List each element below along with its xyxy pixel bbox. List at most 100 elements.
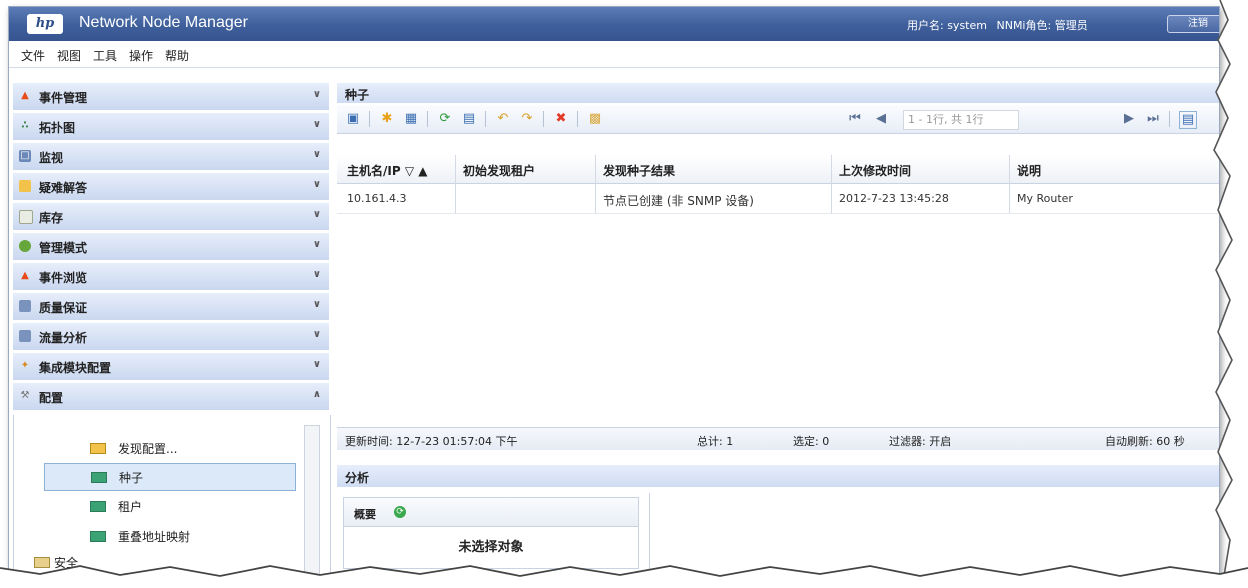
menu-view[interactable]: 视图: [57, 47, 81, 64]
workspace-incident-browsing[interactable]: ▲ 事件浏览 ∨: [13, 263, 329, 291]
filter-icon[interactable]: ▽: [401, 164, 414, 178]
column-header-note[interactable]: 说明: [1017, 162, 1041, 179]
menu-file[interactable]: 文件: [21, 47, 45, 64]
last-page-icon[interactable]: ⏭: [1145, 111, 1161, 127]
folder-icon: [90, 443, 106, 454]
save-icon[interactable]: ▦: [403, 111, 419, 127]
integration-icon: ✦: [20, 360, 30, 371]
torn-edge-bottom: [0, 565, 1248, 588]
workspace-navigation: ▲ 事件管理 ∨ ∴ 拓扑图 ∨ □ 监视 ∨ 疑难解答 ∨ 库存 ∨ 管理模式…: [13, 83, 331, 583]
wrench-icon: ⚒: [20, 390, 30, 401]
analysis-summary: 概要 ⟳ 未选择对象: [343, 497, 639, 569]
summary-header: 概要 ⟳: [344, 498, 638, 527]
user-info: 用户名: system NNMi角色: 管理员: [907, 17, 1094, 33]
pager-field[interactable]: 1 - 1行, 共 1行: [903, 110, 1019, 130]
undo-icon[interactable]: ↶: [495, 111, 511, 127]
redo-icon[interactable]: ↷: [519, 111, 535, 127]
status-total: 总计: 1: [697, 435, 734, 448]
workspace-traffic-analysis[interactable]: 流量分析 ∨: [13, 323, 329, 351]
tree-item-seeds[interactable]: 种子: [44, 463, 296, 491]
status-updated: 更新时间: 12-7-23 01:57:04 下午: [345, 435, 518, 448]
toolbar-separator: [485, 111, 486, 127]
menu-actions[interactable]: 操作: [129, 47, 153, 64]
inventory-icon: [19, 210, 33, 224]
no-selection-message: 未选择对象: [458, 540, 524, 555]
new-icon[interactable]: ✱: [379, 111, 395, 127]
column-header-modified[interactable]: 上次修改时间: [839, 162, 911, 179]
cell-note: My Router: [1017, 192, 1073, 205]
tree-item-label: 种子: [119, 471, 144, 485]
workspace-management-mode[interactable]: 管理模式 ∨: [13, 233, 329, 261]
chevron-down-icon[interactable]: ∨: [313, 299, 321, 310]
workspace-topology-maps[interactable]: ∴ 拓扑图 ∨: [13, 113, 329, 141]
tree-item-label: 发现配置...: [118, 442, 178, 456]
toolbar-separator: [1169, 111, 1170, 127]
workspace-label: 质量保证: [39, 301, 88, 315]
workspace-quality-assurance[interactable]: 质量保证 ∨: [13, 293, 329, 321]
workspace-label: 流量分析: [39, 331, 88, 345]
workspace-integration-config[interactable]: ✦ 集成模块配置 ∨: [13, 353, 329, 381]
workspace-label: 疑难解答: [39, 181, 88, 195]
column-header-host[interactable]: 主机名/IP ▽ ▲: [347, 162, 427, 179]
workspace-monitoring[interactable]: □ 监视 ∨: [13, 143, 329, 171]
workspace-troubleshooting[interactable]: 疑难解答 ∨: [13, 173, 329, 201]
chevron-down-icon[interactable]: ∨: [313, 359, 321, 370]
status-bar: 更新时间: 12-7-23 01:57:04 下午 总计: 1 选定: 0 过滤…: [337, 427, 1219, 450]
chevron-down-icon[interactable]: ∨: [313, 239, 321, 250]
chevron-down-icon[interactable]: ∨: [313, 329, 321, 340]
workspace-label: 事件浏览: [39, 271, 88, 285]
restore-icon[interactable]: ▤: [461, 111, 477, 127]
chevron-down-icon[interactable]: ∨: [313, 119, 321, 130]
cell-result: 节点已创建 (非 SNMP 设备): [603, 194, 754, 208]
form-icon: [91, 472, 107, 483]
seeds-panel: 种子 ▣ ✱ ▦ ⟳ ▤ ↶ ↷ ✖ ▩ ⏮ ◀ 1 - 1行, 共 1行 ▶ …: [337, 83, 1219, 583]
sort-asc-icon: ▲: [414, 164, 428, 178]
column-header-tenant[interactable]: 初始发现租户: [463, 162, 535, 179]
traffic-icon: [19, 330, 31, 342]
seeds-title: 种子: [345, 88, 370, 102]
menu-help[interactable]: 帮助: [165, 47, 189, 64]
table-view-icon[interactable]: ▤: [1179, 111, 1197, 129]
workspace-inventory[interactable]: 库存 ∨: [13, 203, 329, 231]
toolbar-separator: [543, 111, 544, 127]
column-header-result[interactable]: 发现种子结果: [603, 162, 675, 179]
chevron-down-icon[interactable]: ∨: [313, 209, 321, 220]
seeds-header: 种子: [337, 83, 1219, 103]
workspace-incident-management[interactable]: ▲ 事件管理 ∨: [13, 83, 329, 111]
export-icon[interactable]: ▩: [587, 111, 603, 127]
refresh-icon[interactable]: ⟳: [437, 111, 453, 127]
tree-item-discovery-config[interactable]: 发现配置...: [44, 435, 294, 461]
tree-item-label: 租户: [118, 500, 143, 514]
chevron-down-icon[interactable]: ∨: [313, 179, 321, 190]
tree-scrollbar[interactable]: [304, 425, 320, 577]
menu-tools[interactable]: 工具: [93, 47, 117, 64]
summary-title: 概要: [354, 508, 376, 521]
form-icon: [90, 531, 106, 542]
chevron-down-icon[interactable]: ∨: [313, 149, 321, 160]
workspace-label: 集成模块配置: [39, 361, 112, 375]
previous-page-icon[interactable]: ◀: [873, 111, 889, 127]
delete-icon[interactable]: ✖: [553, 111, 569, 127]
seeds-toolbar: ▣ ✱ ▦ ⟳ ▤ ↶ ↷ ✖ ▩ ⏮ ◀ 1 - 1行, 共 1行 ▶ ⏭ ▤: [337, 105, 1219, 134]
table-row[interactable]: 10.161.4.3 节点已创建 (非 SNMP 设备) 2012-7-23 1…: [337, 183, 1219, 214]
next-page-icon[interactable]: ▶: [1121, 111, 1137, 127]
quality-icon: [19, 300, 31, 312]
seeds-table-header: 主机名/IP ▽ ▲ 初始发现租户 发现种子结果 上次修改时间 说明: [337, 155, 1219, 184]
tree-item-overlapping-address[interactable]: 重叠地址映射: [44, 523, 294, 549]
cell-modified: 2012-7-23 13:45:28: [839, 192, 949, 205]
refresh-icon[interactable]: ⟳: [394, 506, 406, 518]
toolbar-separator: [427, 111, 428, 127]
chevron-down-icon[interactable]: ∨: [313, 269, 321, 280]
chevron-down-icon[interactable]: ∨: [313, 89, 321, 100]
configuration-tree: 发现配置... 种子 租户 重叠地址映射 安全: [13, 415, 331, 583]
status-autorefresh[interactable]: 自动刷新: 60 秒: [1105, 433, 1185, 449]
monitor-icon: □: [19, 150, 31, 162]
topology-icon: ∴: [21, 120, 29, 131]
chevron-up-icon[interactable]: ∧: [313, 389, 321, 400]
tree-item-tenants[interactable]: 租户: [44, 493, 294, 519]
status-filter[interactable]: 过滤器: 开启: [889, 433, 951, 449]
open-icon[interactable]: ▣: [345, 111, 361, 127]
workspace-configuration[interactable]: ⚒ 配置 ∧: [13, 383, 329, 411]
first-page-icon[interactable]: ⏮: [847, 111, 863, 127]
workspace-label: 事件管理: [39, 91, 88, 105]
